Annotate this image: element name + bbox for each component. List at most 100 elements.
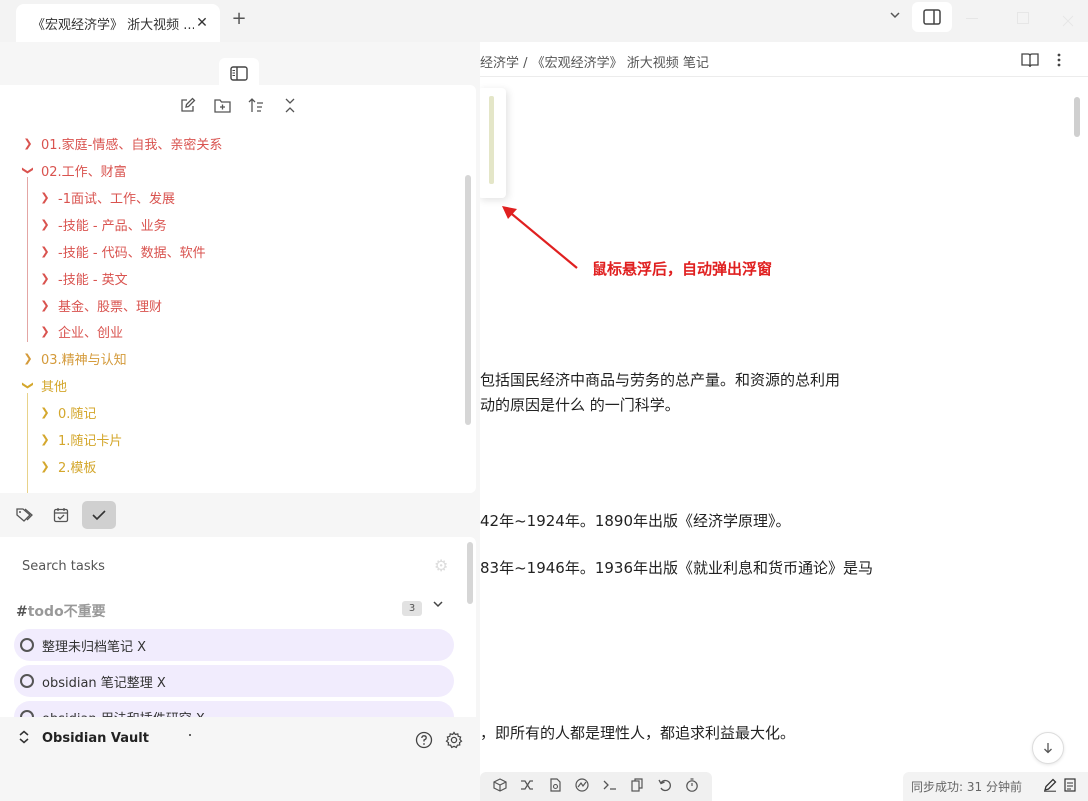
tree-item-label: 03.精神与认知 — [41, 353, 127, 368]
tree-item-folder[interactable]: ❯ -技能 - 英文 — [38, 269, 127, 288]
task-item[interactable]: obsidian 笔记整理 X — [14, 665, 454, 697]
file-actions — [178, 95, 300, 115]
terminal-icon[interactable] — [600, 779, 620, 795]
view-switcher — [0, 497, 480, 537]
tree-item-folder[interactable]: ❯ -1面试、工作、发展 — [38, 188, 175, 207]
editor-pane: 经济学 / 《宏观经济学》 浙大视频 笔记 包括国民经济中商品与劳务的总产量。和… — [470, 42, 1088, 801]
tab-title: 《宏观经济学》 浙大视频 ... — [32, 17, 194, 33]
minimize-button[interactable] — [966, 18, 978, 19]
reading-view-icon[interactable] — [1021, 51, 1039, 69]
close-icon[interactable]: ✕ — [194, 15, 210, 31]
tree-item-folder[interactable]: ❯ 2.模板 — [38, 457, 96, 476]
chevron-right-icon: ❯ — [40, 460, 50, 473]
chevron-right-icon: ❯ — [40, 218, 50, 231]
help-icon[interactable] — [414, 730, 434, 750]
tags-view-button[interactable] — [8, 501, 42, 529]
task-checkbox[interactable] — [20, 710, 34, 717]
tasks-panel: Search tasks ⚙ #todo不重要 3 整理未归档笔记 X obsi… — [0, 537, 476, 717]
tree-item-label: 0.随记 — [58, 407, 97, 422]
tree-item-label: 02.工作、财富 — [41, 165, 127, 180]
tree-item-folder[interactable]: ❯ 03.精神与认知 — [21, 349, 127, 368]
tree-item-folder[interactable]: ❯ 01.家庭-情感、自我、亲密关系 — [21, 134, 222, 153]
chevron-down-icon: ❯ — [21, 380, 35, 391]
right-sidebar-toggle-button[interactable] — [912, 2, 952, 32]
tree-item-folder[interactable]: ❯ 0.随记 — [38, 403, 96, 422]
tree-item-folder[interactable]: ❯ 1.随记卡片 — [38, 430, 122, 449]
more-options-icon[interactable] — [1050, 51, 1068, 69]
editor-line-1: 包括国民经济中商品与劳务的总产量。和资源的总利用 — [480, 371, 841, 389]
settings-icon[interactable] — [444, 730, 464, 750]
chevron-down-icon[interactable] — [432, 598, 444, 613]
left-sidebar: ❯ 01.家庭-情感、自我、亲密关系 ❯ 02.工作、财富 ❯ -1面试、工作、… — [0, 42, 480, 801]
tree-item-folder[interactable]: ❯ -技能 - 代码、数据、软件 — [38, 242, 205, 261]
copy-icon[interactable] — [627, 777, 647, 796]
tree-item-folder[interactable]: ❯ -技能 - 产品、业务 — [38, 215, 166, 234]
gear-icon[interactable]: ⚙ — [434, 556, 448, 575]
calendar-view-button[interactable] — [44, 501, 78, 529]
shuffle-icon[interactable] — [517, 778, 537, 796]
tree-item-label: 基金、股票、理财 — [58, 300, 163, 315]
sidebar-left-icon — [230, 65, 248, 81]
file-explorer: ❯ 01.家庭-情感、自我、亲密关系 ❯ 02.工作、财富 ❯ -1面试、工作、… — [0, 85, 476, 493]
editor-scrollbar[interactable] — [1074, 97, 1080, 137]
arrow-down-icon — [1044, 743, 1052, 754]
new-folder-icon[interactable] — [212, 95, 232, 115]
search-tasks-input[interactable]: Search tasks — [22, 559, 105, 574]
sort-icon[interactable] — [246, 95, 266, 115]
new-note-icon[interactable] — [178, 95, 198, 115]
task-item[interactable]: obsidian 用法和插件研究 X — [14, 701, 454, 717]
chevron-right-icon: ❯ — [40, 433, 50, 446]
cube-icon[interactable] — [490, 777, 510, 796]
timer-icon[interactable] — [682, 777, 702, 796]
tasks-scrollbar[interactable] — [467, 542, 473, 604]
sidebar-right-icon — [923, 9, 941, 25]
undo-icon[interactable] — [655, 778, 675, 796]
tree-item-label: 1.随记卡片 — [58, 434, 123, 449]
file-explorer-scrollbar[interactable] — [465, 175, 471, 425]
sync-status[interactable]: 同步成功: 31 分钟前 — [911, 778, 1040, 795]
task-group-title[interactable]: #todo不重要 — [16, 601, 106, 621]
tree-item-folder[interactable]: ❯ 企业、创业 — [38, 322, 123, 341]
scroll-to-bottom-button[interactable] — [1032, 732, 1064, 764]
vault-switcher-icon[interactable] — [18, 730, 30, 748]
tag-name: todo不重要 — [27, 604, 106, 620]
tab-list-chevron-icon[interactable] — [884, 8, 906, 30]
task-checkbox[interactable] — [20, 638, 34, 652]
chevron-right-icon: ❯ — [23, 137, 33, 150]
tags-icon — [16, 508, 33, 522]
chevron-right-icon: ❯ — [23, 352, 33, 365]
collapse-sidebar-button[interactable] — [219, 58, 259, 88]
tree-item-folder[interactable]: ❯ 其他 — [21, 376, 68, 395]
tree-item-folder[interactable]: ❯ 02.工作、财富 — [21, 161, 127, 180]
chevron-right-icon: ❯ — [40, 299, 50, 312]
tab-note[interactable]: 《宏观经济学》 浙大视频 ... ✕ — [16, 4, 220, 42]
annotation-text: 鼠标悬浮后，自动弹出浮窗 — [592, 260, 773, 278]
task-checkbox[interactable] — [20, 674, 34, 688]
chevron-right-icon: ❯ — [40, 272, 50, 285]
word-count-icon[interactable] — [1060, 777, 1080, 796]
hover-preview-popover[interactable] — [478, 88, 506, 198]
breadcrumb[interactable]: 经济学 / 《宏观经济学》 浙大视频 笔记 — [480, 52, 709, 71]
tree-item-label: 2.模板 — [58, 461, 97, 476]
tree-guide-line — [27, 393, 28, 493]
tag-hash: # — [16, 604, 28, 620]
editor-line-3: 42年~1924年。1890年出版《经济学原理》。 — [480, 512, 791, 530]
maximize-button[interactable] — [1017, 12, 1029, 24]
new-tab-button[interactable]: + — [228, 8, 250, 30]
tree-item-folder[interactable]: ❯ 基金、股票、理财 — [38, 296, 162, 315]
chevron-right-icon: ❯ — [40, 406, 50, 419]
task-count-badge: 3 — [402, 601, 422, 616]
chevron-right-icon: ❯ — [40, 245, 50, 258]
close-window-button[interactable] — [1062, 12, 1074, 27]
graph-icon[interactable] — [572, 777, 592, 796]
collapse-all-icon[interactable] — [280, 95, 300, 115]
task-item[interactable]: 整理未归档笔记 X — [14, 629, 454, 661]
file-sync-icon[interactable] — [545, 777, 565, 796]
chevron-down-icon: ❯ — [21, 165, 35, 176]
edit-mode-icon[interactable] — [1040, 778, 1060, 796]
task-label: 整理未归档笔记 X — [42, 639, 147, 655]
chevron-right-icon: ❯ — [40, 325, 50, 338]
vault-name[interactable]: Obsidian Vault — [42, 731, 149, 746]
editor-line-2: 动的原因是什么 的一门科学。 — [480, 396, 680, 414]
tasks-view-button[interactable] — [82, 501, 116, 529]
